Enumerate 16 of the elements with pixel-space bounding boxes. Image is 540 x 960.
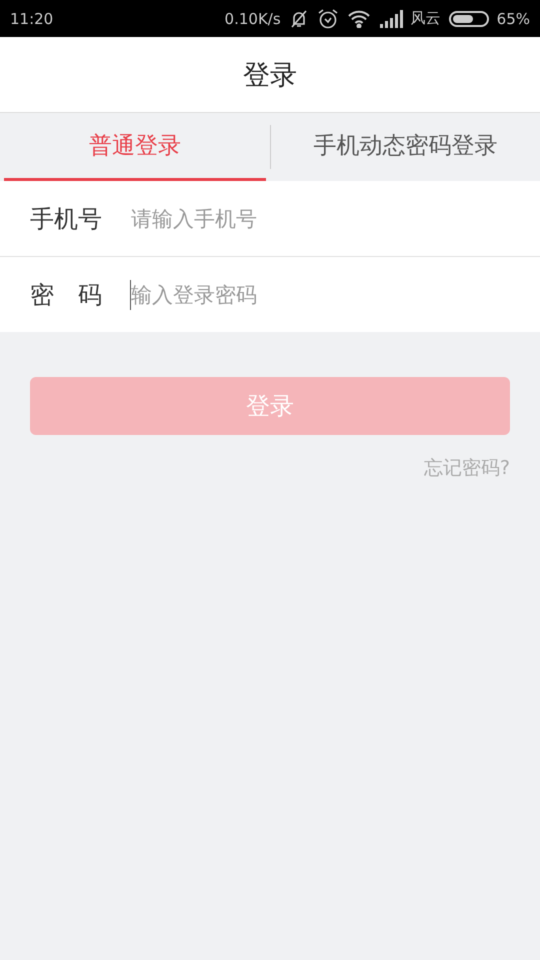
alarm-clock-icon bbox=[316, 8, 339, 30]
muted-bell-icon bbox=[288, 8, 309, 28]
field-label: 密 码 bbox=[30, 280, 103, 310]
forgot-password-link[interactable]: 忘记密码? bbox=[424, 455, 510, 481]
wifi-icon bbox=[346, 10, 371, 28]
page-title: 登录 bbox=[243, 58, 297, 92]
network-speed: 0.10K/s bbox=[224, 10, 281, 28]
field-label: 手机号 bbox=[30, 204, 103, 234]
status-time: 11:20 bbox=[10, 10, 54, 28]
battery-percent: 65% bbox=[496, 10, 530, 28]
input-field[interactable]: 请输入手机号 bbox=[130, 204, 510, 234]
battery-icon bbox=[448, 10, 489, 26]
login-tab[interactable]: 手机动态密码登录 bbox=[274, 113, 536, 181]
carrier-name: 风云 bbox=[410, 9, 441, 28]
signal-icon bbox=[378, 10, 403, 28]
input-field[interactable]: 输入登录密码 bbox=[130, 280, 510, 310]
